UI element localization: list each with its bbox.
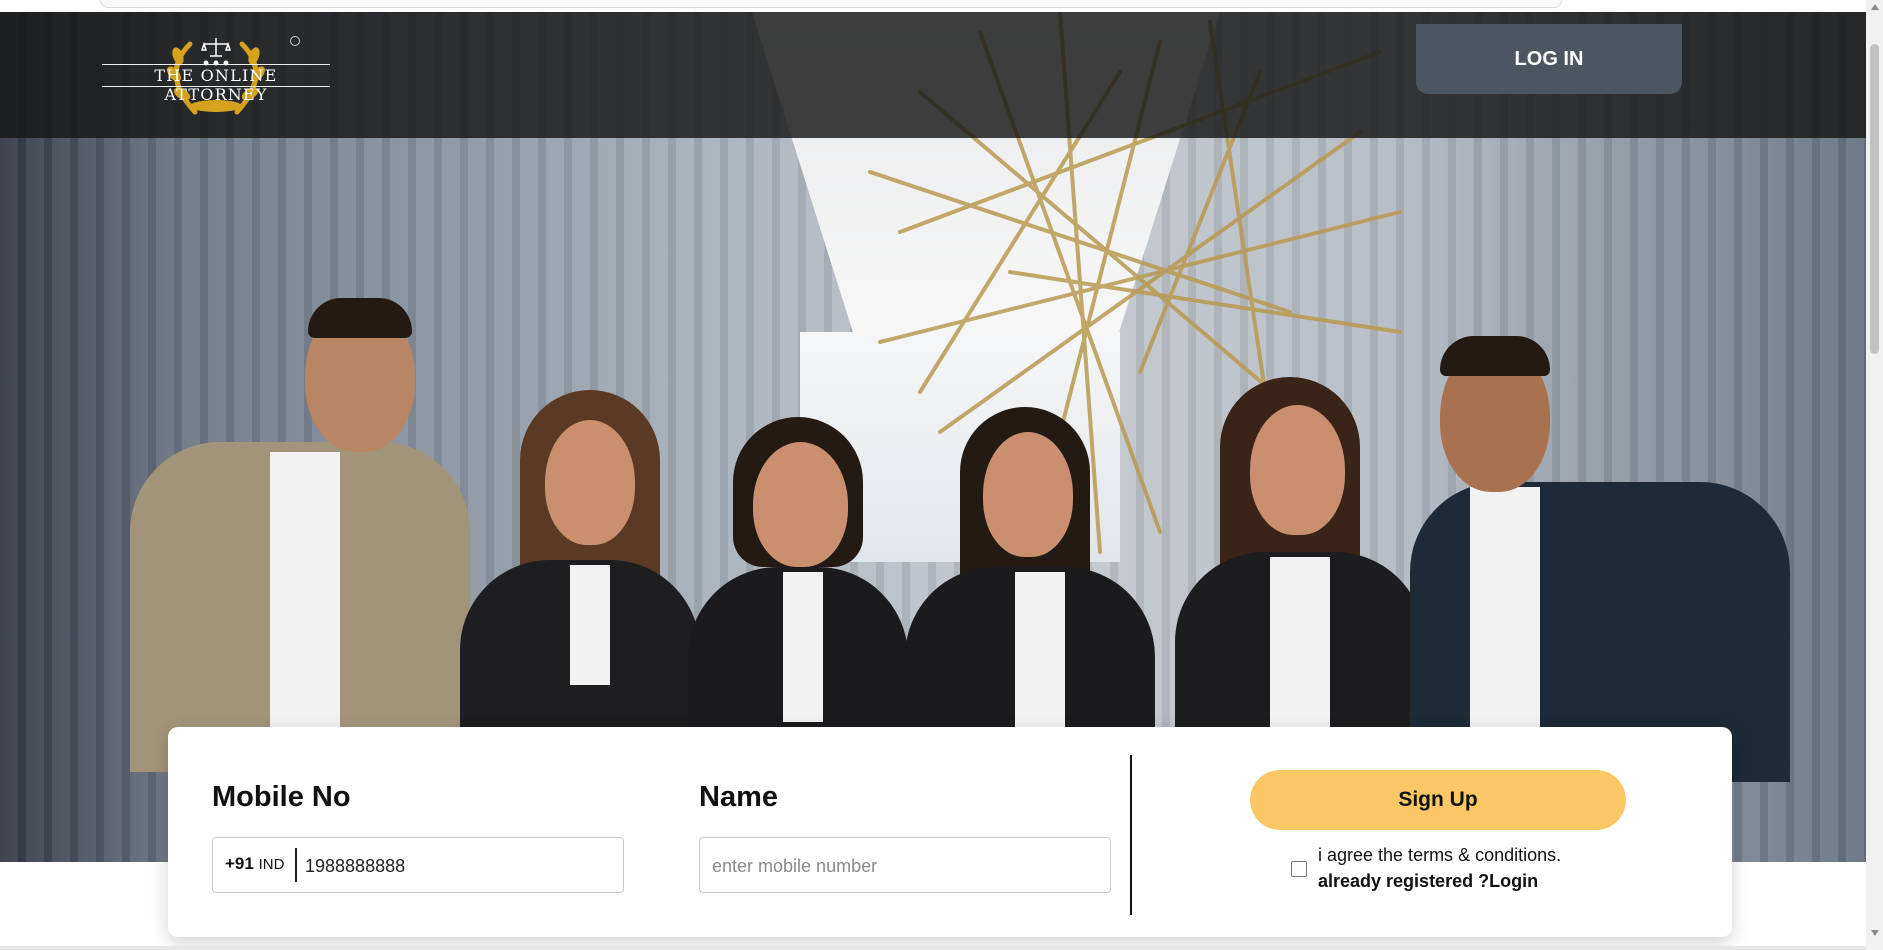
logo-rule-bottom [102, 86, 330, 87]
trademark-icon [290, 36, 300, 46]
scroll-down-icon[interactable] [1871, 930, 1879, 936]
name-field[interactable] [699, 837, 1111, 893]
scale-icon [200, 38, 232, 57]
mobile-input[interactable] [303, 846, 607, 886]
person-hair [1440, 336, 1550, 376]
logo-text: THE ONLINE ATTORNEY [154, 66, 278, 104]
terms-text: i agree the terms & conditions. [1318, 845, 1562, 865]
person-shirt [270, 452, 340, 752]
browser-top-strip [0, 0, 1866, 12]
person-hair [308, 298, 412, 338]
site-logo[interactable]: THE ONLINE ATTORNEY [100, 34, 332, 116]
signup-button[interactable]: Sign Up [1250, 770, 1626, 830]
name-title: Name [699, 781, 778, 813]
person-shirt [570, 565, 610, 685]
person-head [545, 420, 635, 545]
country-code-value: +91 [225, 854, 254, 873]
team-member-6 [1410, 336, 1790, 782]
page-bottom-edge [0, 946, 1866, 950]
person-head [983, 432, 1073, 557]
team-member-4 [905, 407, 1155, 787]
page-scrollbar[interactable] [1866, 0, 1883, 950]
person-shirt [1015, 572, 1065, 732]
person-shirt [1470, 487, 1540, 737]
person-head [753, 442, 848, 567]
browser-tab-bar [100, 0, 1562, 8]
mobile-title: Mobile No [212, 781, 351, 813]
person-head [1250, 405, 1345, 535]
person-shirt [783, 572, 823, 722]
site-header: THE ONLINE ATTORNEY LOG IN [0, 12, 1866, 138]
team-member-5 [1175, 377, 1425, 782]
team-member-1 [130, 298, 470, 772]
form-divider [1130, 755, 1132, 915]
team-member-3 [688, 417, 908, 787]
country-code-short: IND [258, 856, 285, 873]
login-button[interactable]: LOG IN [1416, 24, 1682, 94]
login-link[interactable]: already registered ?Login [1318, 871, 1538, 892]
terms-checkbox[interactable] [1291, 861, 1307, 877]
name-input[interactable] [710, 846, 1094, 886]
person-shirt [1270, 557, 1330, 727]
text-caret [295, 848, 297, 882]
scroll-up-icon[interactable] [1871, 4, 1879, 10]
mobile-field[interactable]: +91 IND [212, 837, 624, 893]
country-code[interactable]: +91 IND [225, 854, 284, 874]
scroll-thumb[interactable] [1870, 44, 1879, 354]
signup-card: Mobile No +91 IND Name Sign Up i agree t… [168, 727, 1732, 937]
logo-rule-top [102, 64, 330, 65]
team-member-2 [460, 390, 700, 790]
